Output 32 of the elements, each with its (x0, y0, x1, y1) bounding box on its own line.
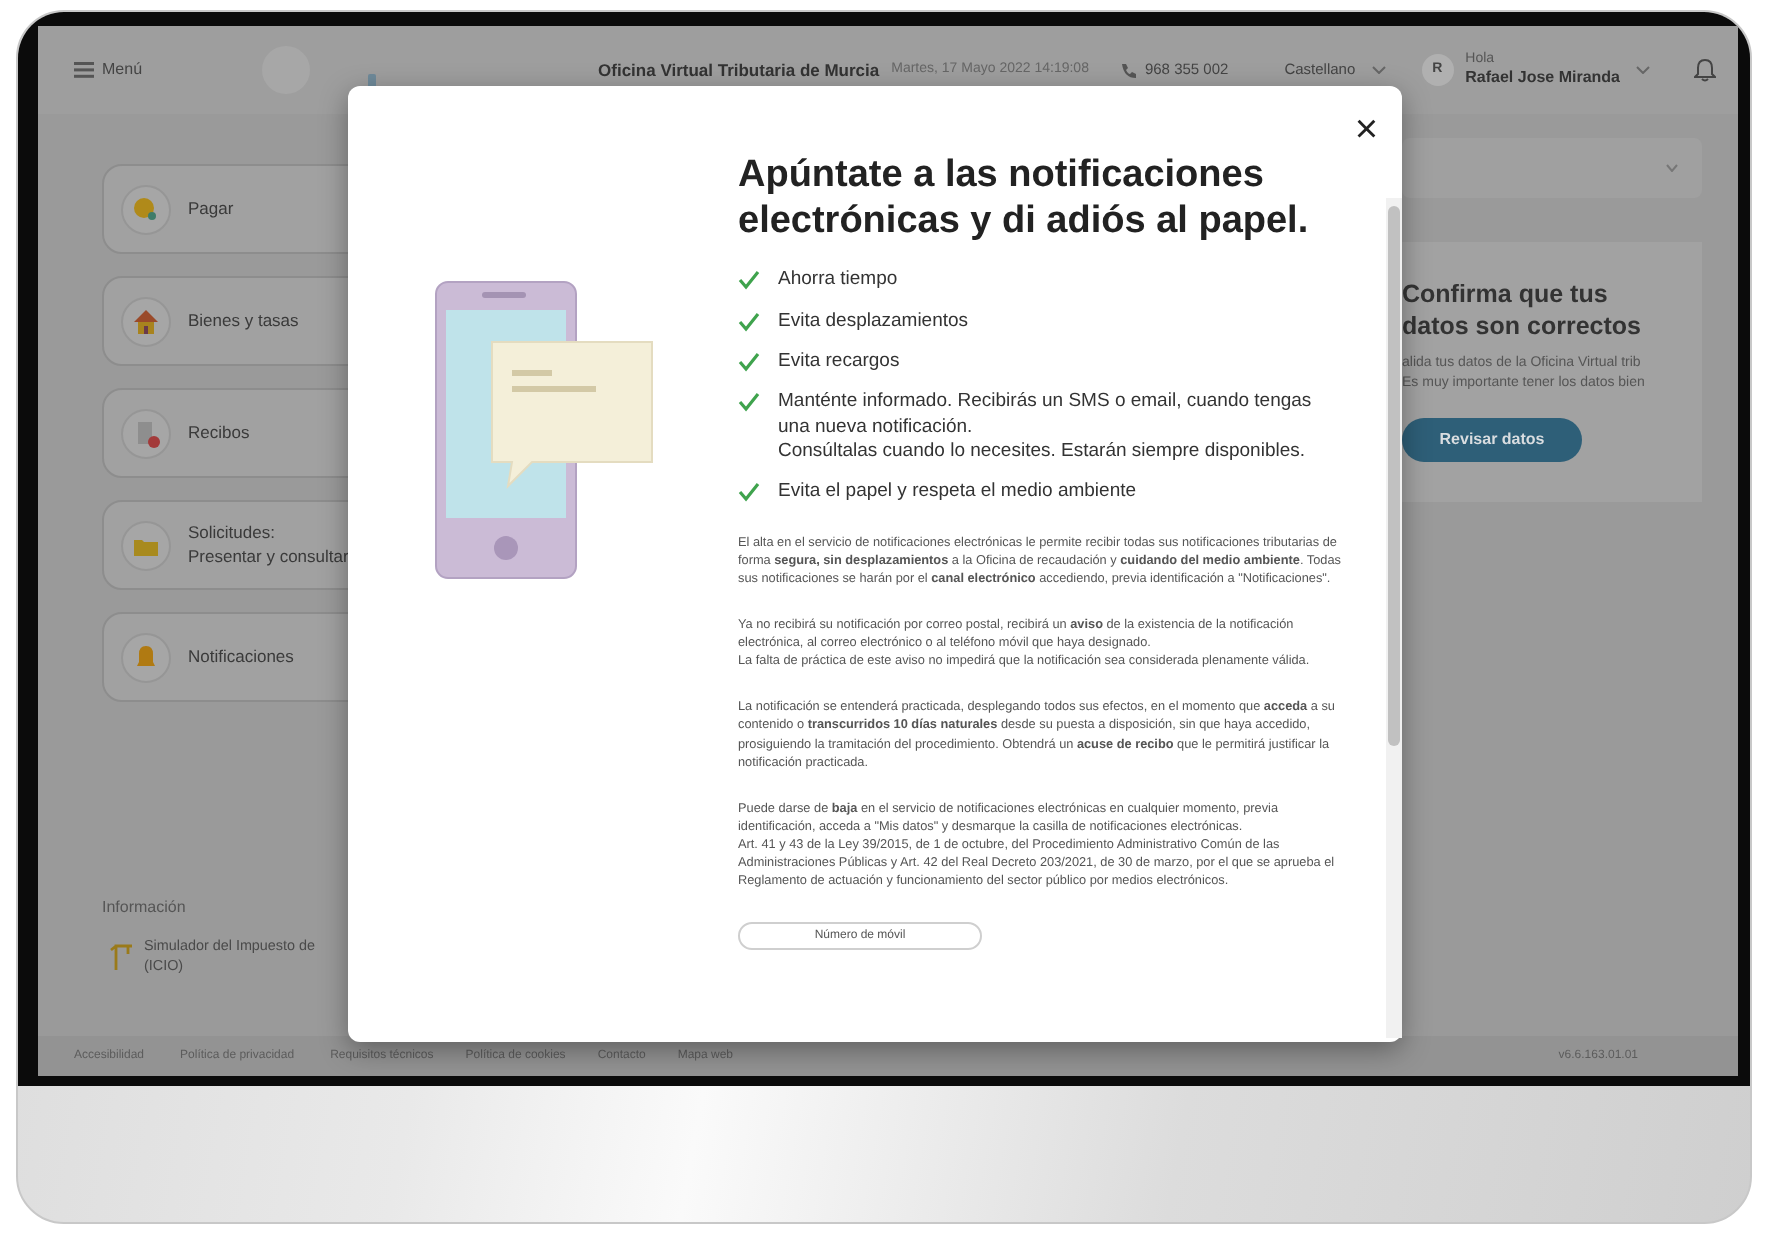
bell-icon (120, 631, 172, 683)
check-icon (738, 311, 760, 332)
site-title: Oficina Virtual Tributaria de Murcia (598, 57, 880, 83)
benefit-text: Evita recargos (778, 350, 900, 375)
caret-icon (1371, 66, 1386, 74)
phone-icon (1120, 62, 1137, 78)
section-heading: Información (102, 895, 188, 920)
notifications-button[interactable] (1694, 58, 1717, 82)
close-button[interactable]: × (1354, 110, 1378, 150)
house-icon (120, 295, 172, 347)
bell-icon (1694, 58, 1717, 82)
card-title: Confirma que tus datos son correctos (1402, 278, 1643, 343)
caret-icon (1636, 65, 1651, 74)
folder-icon (120, 519, 172, 571)
menu-icon (74, 62, 94, 78)
crane-icon (110, 941, 134, 970)
benefit-text: Evita desplazamientos (778, 309, 969, 335)
check-icon (738, 392, 760, 413)
check-icon (738, 482, 760, 503)
scrollbar[interactable] (1386, 198, 1402, 1038)
modal-title: Apúntate a las notificaciones electrónicas y di adiós al papel. (738, 152, 1311, 245)
document-icon (120, 407, 172, 459)
coin-icon (120, 183, 172, 235)
dropdown-field[interactable] (1402, 138, 1702, 198)
check-icon (738, 270, 760, 291)
review-data-button[interactable]: Revisar datos (1402, 417, 1582, 462)
check-icon (738, 352, 760, 373)
menu-button[interactable]: Menú (74, 58, 143, 82)
caret-icon (1666, 164, 1678, 172)
benefit-text: Ahorra tiempo (778, 268, 898, 294)
benefit-text: Evita el papel y respeta el medio ambiente (778, 480, 1137, 506)
benefit-text: Manténte informado. Recibirás un SMS o email, cuando tengas una nueva notificación. Consúltalas cuando lo necesites. Estarán siempre disponibles. (778, 390, 1314, 465)
